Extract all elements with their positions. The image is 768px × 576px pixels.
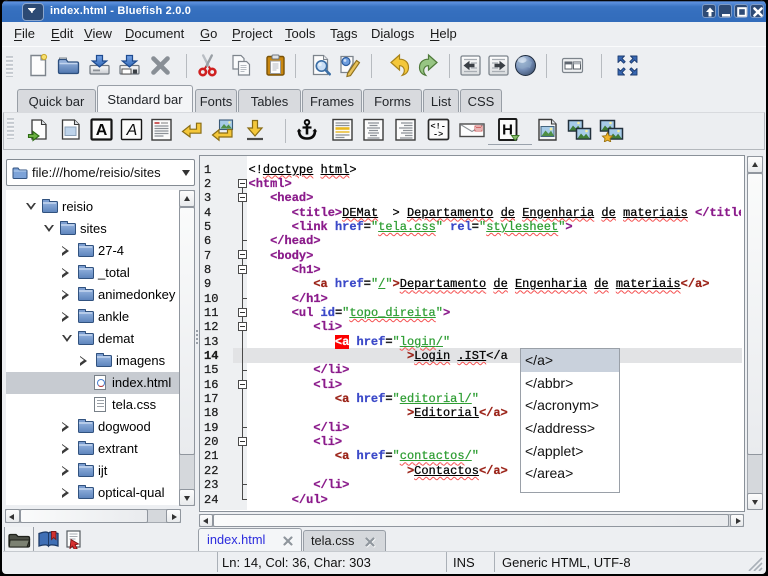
svg-text:A: A [96,122,108,139]
svg-text:A: A [126,122,138,139]
svg-text:->: -> [433,130,443,140]
